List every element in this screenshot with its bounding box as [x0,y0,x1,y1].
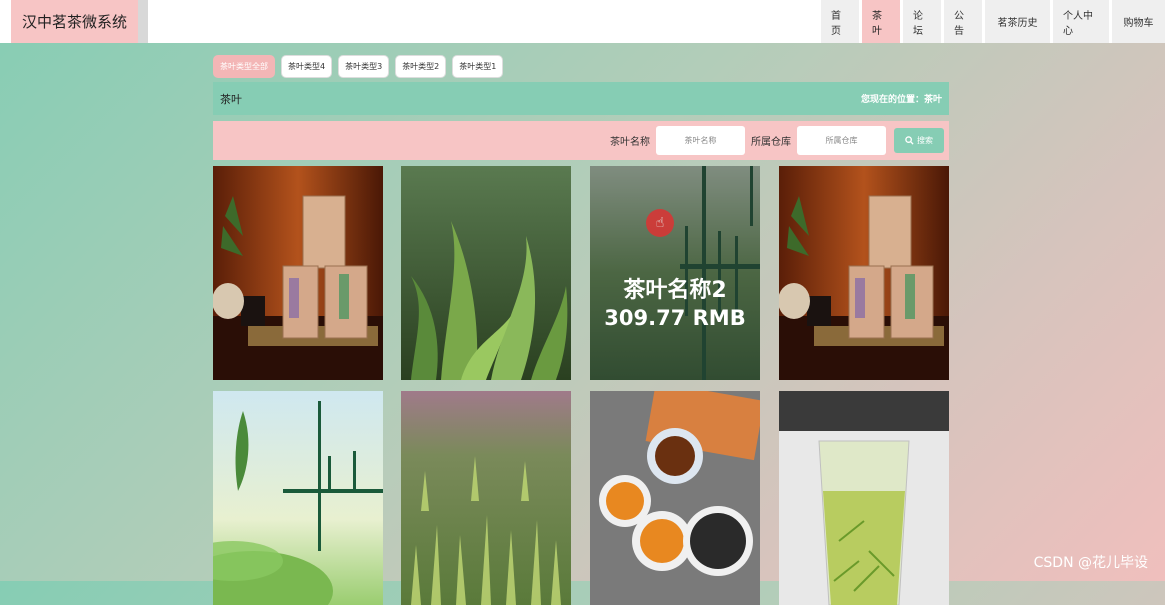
watermark: CSDN @花儿毕设 [1033,555,1148,571]
product-card[interactable] [779,391,949,605]
category-type-4[interactable]: 茶叶类型4 [281,55,333,78]
warehouse-input[interactable] [797,126,886,155]
nav-notice[interactable]: 公告 [944,0,982,43]
product-card[interactable] [401,391,571,605]
tea-plantation-image [213,391,383,605]
warehouse-label: 所属仓库 [751,137,791,148]
product-card[interactable] [401,166,571,380]
category-all[interactable]: 茶叶类型全部 [213,55,275,78]
location-text: 您现在的位置：茶叶 [860,95,942,105]
page-title: 茶叶 [220,92,242,106]
category-type-2[interactable]: 茶叶类型2 [395,55,447,78]
tea-name-label: 茶叶名称 [610,137,650,148]
category-filter: 茶叶类型全部 茶叶类型4 茶叶类型3 茶叶类型2 茶叶类型1 [213,55,504,78]
top-navbar: 汉中茗茶微系统 首页 茶叶 论坛 公告 茗茶历史 个人中心 购物车 [0,0,1165,43]
search-bar: 茶叶名称 所属仓库 搜索 [213,121,949,160]
tea-tins-image [213,166,383,380]
nav-cart[interactable]: 购物车 [1112,0,1165,43]
product-card[interactable] [779,166,949,380]
nav-tea-history[interactable]: 茗茶历史 [985,0,1050,43]
product-card[interactable]: 茶叶名称2 309.77 RMB ☝ [590,166,760,380]
nav-forum[interactable]: 论坛 [903,0,941,43]
product-card[interactable] [590,391,760,605]
breadcrumb: 茶叶 您现在的位置：茶叶 [213,82,949,115]
nav-tea[interactable]: 茶叶 [862,0,900,43]
search-icon [905,136,914,145]
product-hover-overlay: 茶叶名称2 309.77 RMB [590,166,760,380]
search-button[interactable]: 搜索 [894,128,944,153]
pointer-cursor-icon: ☝ [646,209,674,237]
tea-name-input[interactable] [656,126,745,155]
product-card[interactable] [213,166,383,380]
product-card[interactable] [213,391,383,605]
tea-glass-image [779,391,949,605]
tea-leaves-image [401,166,571,380]
search-button-label: 搜索 [917,136,933,145]
tea-field-image [401,391,571,605]
nav-home[interactable]: 首页 [821,0,859,43]
brand-title[interactable]: 汉中茗茶微系统 [11,0,138,43]
nav-profile[interactable]: 个人中心 [1053,0,1109,43]
category-type-1[interactable]: 茶叶类型1 [452,55,504,78]
tea-cups-image [590,391,760,605]
product-price: 309.77 RMB [604,305,746,330]
category-type-3[interactable]: 茶叶类型3 [338,55,390,78]
product-name: 茶叶名称2 [623,277,727,303]
main-nav: 首页 茶叶 论坛 公告 茗茶历史 个人中心 购物车 [821,0,1165,43]
brand-divider [138,0,148,43]
tea-tins-image [779,166,949,380]
